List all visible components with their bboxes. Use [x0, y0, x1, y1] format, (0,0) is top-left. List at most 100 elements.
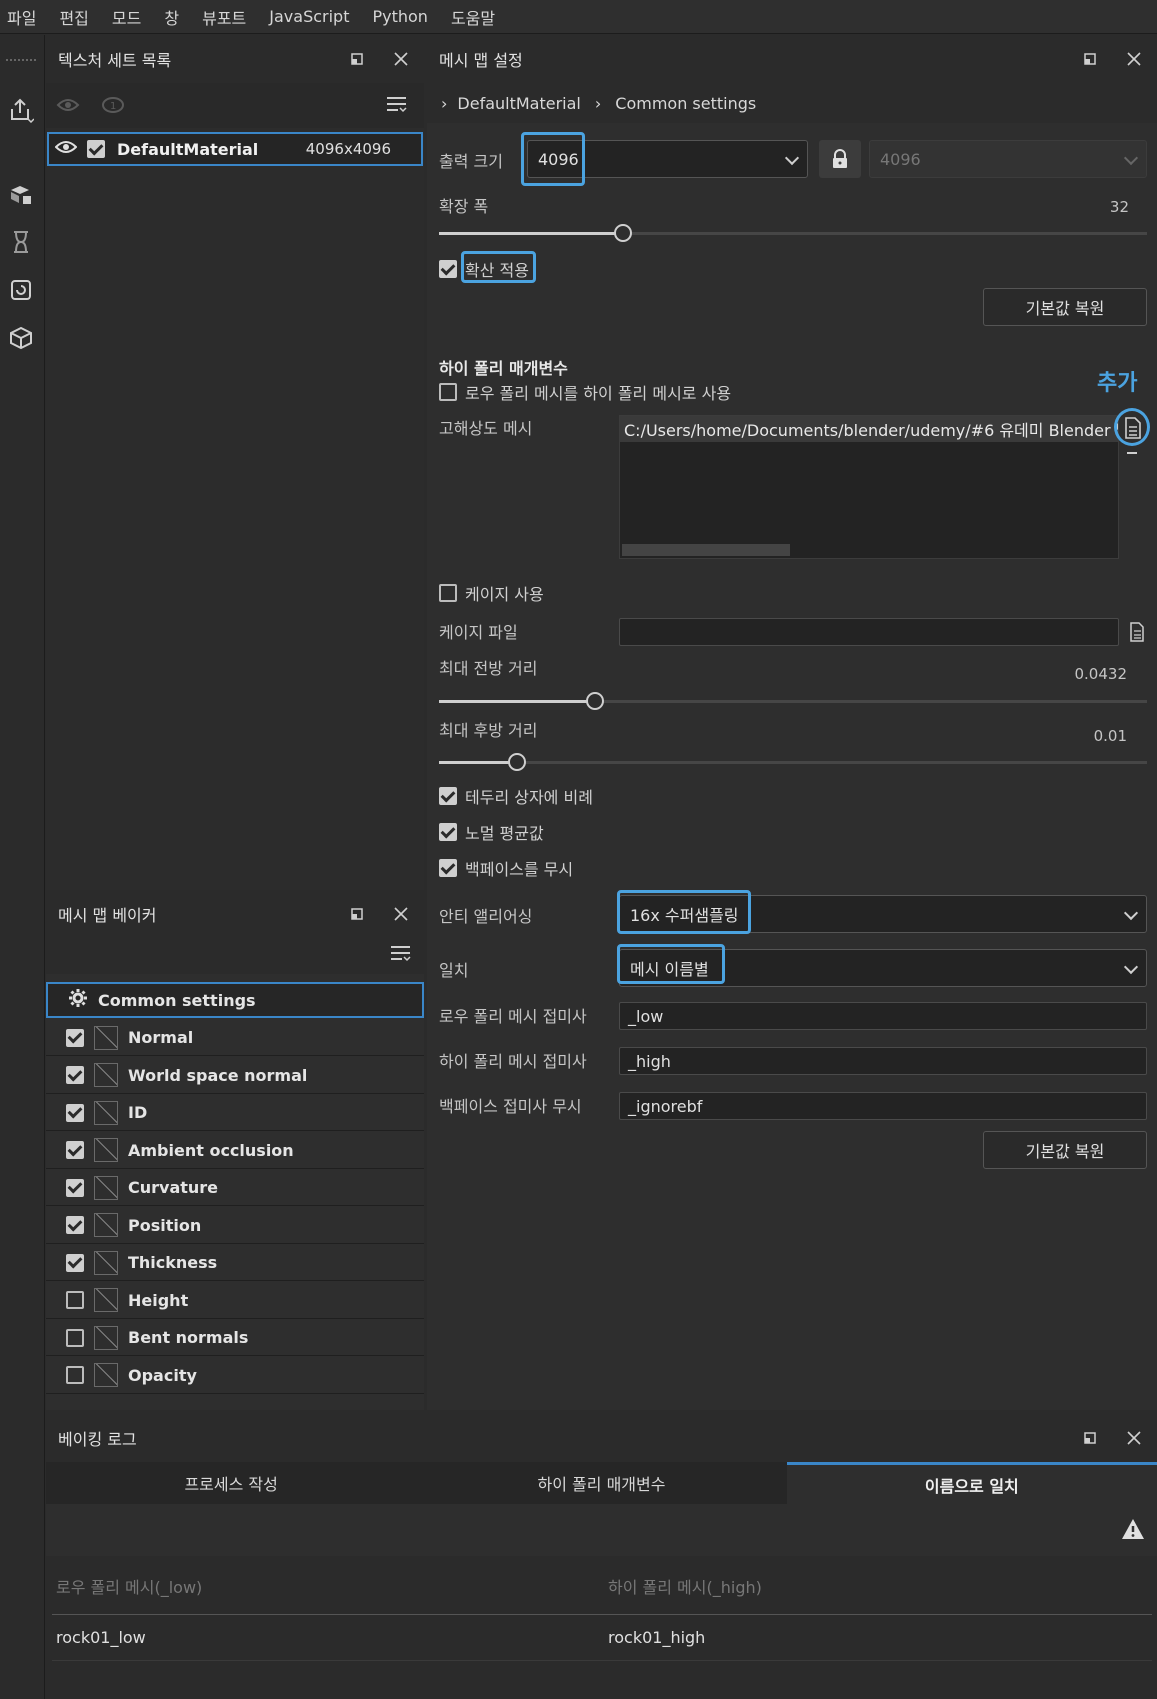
texture-set-row[interactable]: DefaultMaterial 4096x4096: [47, 132, 423, 166]
map-item[interactable]: Normal: [46, 1020, 424, 1056]
menu-mode[interactable]: 모드: [105, 5, 156, 29]
map-item[interactable]: Bent normals: [46, 1320, 424, 1356]
reset-defaults-button[interactable]: 기본값 복원: [983, 288, 1147, 326]
reset-defaults-button[interactable]: 기본값 복원: [983, 1131, 1147, 1169]
list-options-icon[interactable]: [386, 95, 408, 119]
map-checkbox[interactable]: [66, 1216, 84, 1234]
match-label: 일치: [439, 961, 469, 980]
texture-set-checkbox[interactable]: [87, 140, 105, 158]
map-thumbnail-icon: [94, 1213, 118, 1237]
undock-icon[interactable]: [1079, 1427, 1101, 1449]
lock-button[interactable]: [819, 140, 861, 178]
warning-icon[interactable]: [1121, 1518, 1145, 1544]
left-toolbar: [0, 35, 45, 1699]
tab-match-by-name[interactable]: 이름으로 일치: [786, 1462, 1157, 1504]
map-checkbox[interactable]: [66, 1328, 84, 1347]
cage-file-input[interactable]: [619, 618, 1119, 646]
gear-icon: [68, 988, 88, 1012]
map-item[interactable]: Thickness: [46, 1245, 424, 1281]
map-checkbox[interactable]: [66, 1178, 84, 1197]
map-item[interactable]: Height: [46, 1282, 424, 1319]
bake-log-panel: 베이킹 로그 프로세스 작성 하이 폴리 매개변수 이름으로 일치 로우 폴리 …: [46, 1414, 1157, 1699]
row-low-name[interactable]: rock01_low: [56, 1628, 146, 1647]
apply-diffusion-checkbox[interactable]: [439, 260, 457, 278]
tab-process[interactable]: 프로세스 작성: [46, 1462, 417, 1504]
toolbar-grip[interactable]: [6, 59, 36, 61]
export-icon[interactable]: [6, 95, 36, 125]
relative-bbox-row[interactable]: 테두리 상자에 비례: [439, 784, 593, 808]
map-checkbox[interactable]: [66, 1028, 84, 1047]
common-settings-item[interactable]: Common settings: [46, 982, 424, 1018]
menu-javascript[interactable]: JavaScript: [262, 7, 364, 26]
average-normals-checkbox[interactable]: [439, 823, 457, 841]
file-icon[interactable]: [1129, 622, 1145, 646]
map-label: Curvature: [128, 1178, 219, 1197]
average-normals-row[interactable]: 노멀 평균값: [439, 820, 544, 844]
undock-icon[interactable]: [1079, 48, 1101, 70]
table-divider: [52, 1660, 1152, 1661]
remove-icon[interactable]: [1127, 452, 1137, 454]
ignore-backface-suffix-input[interactable]: _ignorebf: [619, 1092, 1147, 1120]
visibility-icon[interactable]: [56, 95, 80, 119]
menu-python[interactable]: Python: [365, 7, 442, 26]
max-rear-slider-track[interactable]: [439, 761, 1147, 764]
map-thumbnail-icon: [94, 1363, 118, 1387]
close-icon[interactable]: [390, 903, 412, 925]
bake-icon[interactable]: [6, 180, 36, 210]
close-icon[interactable]: [1123, 48, 1145, 70]
map-item[interactable]: World space normal: [46, 1057, 424, 1094]
map-checkbox[interactable]: [66, 1141, 84, 1159]
cube-icon[interactable]: [6, 323, 36, 353]
map-thumbnail-icon: [94, 1025, 118, 1050]
close-icon[interactable]: [1123, 1427, 1145, 1449]
breadcrumb-item-material[interactable]: DefaultMaterial: [457, 94, 580, 113]
low-suffix-input[interactable]: _low: [619, 1002, 1147, 1030]
high-mesh-list[interactable]: C:/Users/home/Documents/blender/udemy/#6…: [619, 415, 1119, 559]
horizontal-scrollbar[interactable]: [622, 544, 790, 556]
ignore-backface-checkbox[interactable]: [439, 859, 457, 877]
menu-file[interactable]: 파일: [0, 5, 51, 29]
high-poly-section-title: 하이 폴리 매개변수: [439, 359, 568, 378]
use-low-as-high-row[interactable]: 로우 폴리 메시를 하이 폴리 메시로 사용: [439, 380, 731, 404]
map-checkbox[interactable]: [66, 1366, 84, 1384]
map-label: Opacity: [128, 1365, 197, 1385]
info-icon[interactable]: 1: [101, 95, 125, 119]
map-item[interactable]: Curvature: [46, 1170, 424, 1206]
map-checkbox[interactable]: [66, 1253, 84, 1272]
menu-window[interactable]: 창: [157, 5, 194, 29]
high-mesh-path[interactable]: C:/Users/home/Documents/blender/udemy/#6…: [620, 416, 1118, 442]
undock-icon[interactable]: [346, 903, 368, 925]
eye-icon[interactable]: [54, 139, 78, 159]
map-item[interactable]: Opacity: [46, 1357, 424, 1394]
menu-edit[interactable]: 편집: [52, 5, 103, 29]
use-cage-row[interactable]: 케이지 사용: [439, 581, 544, 605]
dilation-label: 확장 폭: [439, 197, 489, 216]
ignore-backface-row[interactable]: 백페이스를 무시: [439, 856, 573, 880]
history-icon[interactable]: [6, 227, 36, 257]
use-low-as-high-checkbox[interactable]: [439, 383, 457, 401]
relative-bbox-checkbox[interactable]: [439, 787, 457, 805]
map-checkbox[interactable]: [66, 1066, 84, 1084]
map-item[interactable]: Position: [46, 1207, 424, 1244]
undock-icon[interactable]: [346, 48, 368, 70]
breadcrumb-item-common[interactable]: Common settings: [615, 94, 756, 113]
output-size-locked-value: 4096: [880, 149, 921, 169]
list-options-icon[interactable]: [390, 944, 412, 968]
menu-help[interactable]: 도움말: [444, 5, 510, 29]
map-item[interactable]: ID: [46, 1095, 424, 1131]
max-front-slider-knob[interactable]: [585, 692, 604, 710]
row-high-name[interactable]: rock01_high: [608, 1628, 705, 1647]
tab-high-poly[interactable]: 하이 폴리 매개변수: [416, 1462, 787, 1504]
map-label: ID: [128, 1103, 148, 1122]
max-rear-slider-knob[interactable]: [507, 753, 526, 771]
relative-bbox-label: 테두리 상자에 비례: [465, 788, 593, 807]
dilation-slider-knob[interactable]: [614, 224, 633, 242]
high-suffix-input[interactable]: _high: [619, 1047, 1147, 1075]
menu-viewport[interactable]: 뷰포트: [195, 5, 261, 29]
map-checkbox[interactable]: [66, 1103, 84, 1122]
close-icon[interactable]: [390, 48, 412, 70]
map-checkbox[interactable]: [66, 1291, 84, 1309]
refresh-icon[interactable]: [6, 275, 36, 305]
use-cage-checkbox[interactable]: [439, 584, 457, 602]
map-item[interactable]: Ambient occlusion: [46, 1132, 424, 1169]
